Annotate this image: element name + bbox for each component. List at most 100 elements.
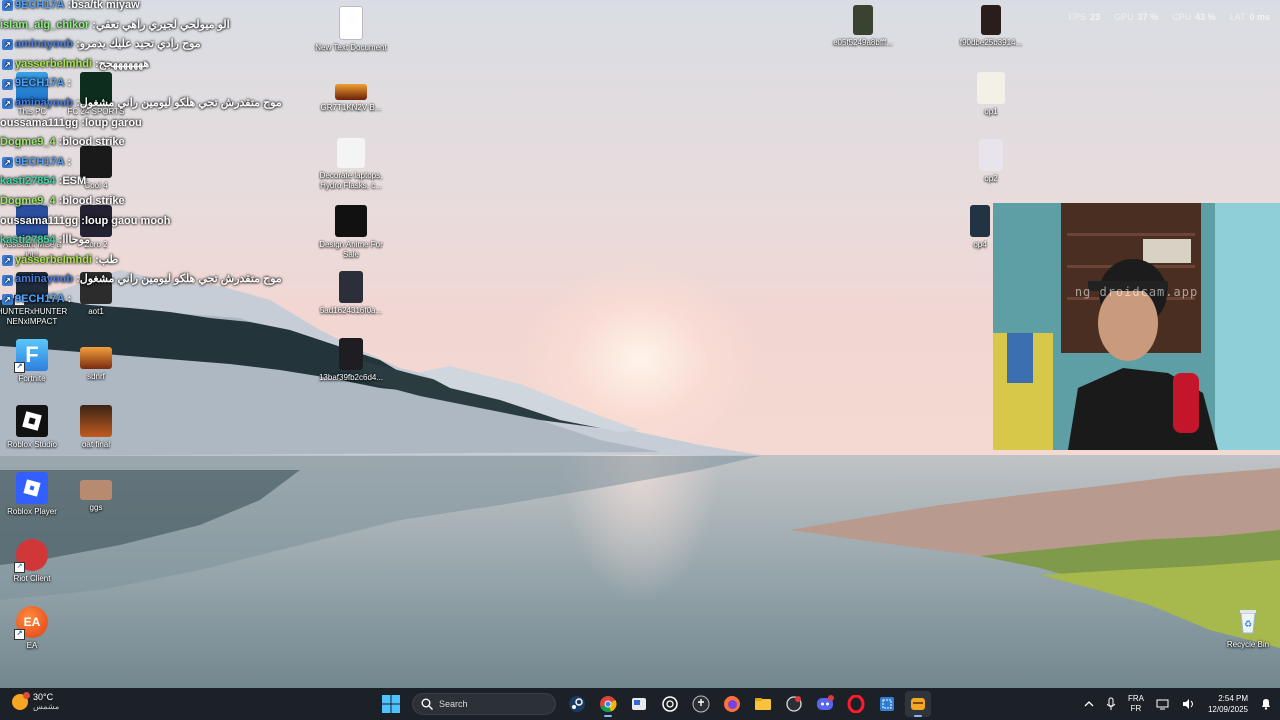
- desktop-icon-e05f5249[interactable]: e05f5249a8bfff...: [827, 5, 899, 48]
- desktop-icon-ggs[interactable]: ggs: [60, 480, 132, 513]
- taskbar-opera[interactable]: [843, 691, 869, 717]
- desktop-icon-recycle-bin[interactable]: ♻ Recycle Bin: [1212, 605, 1280, 650]
- notification-bell-icon[interactable]: [1260, 698, 1272, 710]
- chat-username: yasserbelmhdi: [15, 57, 93, 70]
- desktop-icon-sdnrf[interactable]: sdnrf: [60, 339, 132, 382]
- chat-message: ↗ aminayoub: موح متقدرش تجي هلكو ليومين ر…: [0, 270, 300, 290]
- chat-username: yasserbelmhdi: [15, 253, 93, 266]
- chat-text: موح متقدرش تجي هلكو ليومين راني مشغول: [79, 96, 282, 109]
- desktop-icon-gr7t1kn2v[interactable]: GR7T1KN2V B...: [315, 84, 387, 113]
- chevron-up-icon[interactable]: [1084, 699, 1094, 709]
- desktop-icon-decorate-laptops[interactable]: Decorate laptops, Hydro Flasks, c...: [315, 138, 387, 191]
- riot-client-icon: ↗: [14, 539, 48, 573]
- shortcut-arrow-icon: ↗: [14, 629, 25, 640]
- system-tray: FRA FR 2:54 PM 12/09/2025: [1084, 688, 1272, 720]
- taskbar-discord[interactable]: [812, 691, 838, 717]
- performance-overlay: FPS 23 GPU 37 % CPU 43 % LAT 0 ms: [1069, 12, 1270, 22]
- image-icon: [979, 139, 1003, 171]
- chat-badge-icon: ↗: [2, 255, 13, 267]
- chat-message: ↗ 9ECH17A:: [0, 290, 300, 310]
- chat-text: blood strike: [62, 136, 125, 149]
- fortnite-icon: F ↗: [14, 339, 48, 373]
- opera-icon: [847, 695, 865, 713]
- desktop-icon-design-anime[interactable]: Design Anime For Sale: [315, 205, 387, 260]
- chat-badge-icon: ↗: [2, 274, 13, 286]
- svg-text:♻: ♻: [1244, 620, 1252, 630]
- taskbar-active-app[interactable]: [905, 691, 931, 717]
- recycle-bin-icon: ♻: [1232, 605, 1264, 637]
- image-icon: [977, 72, 1005, 104]
- chat-username: kasti27854: [0, 175, 56, 188]
- image-icon: [80, 405, 112, 437]
- chat-username: kasti27854: [0, 234, 56, 247]
- microphone-icon[interactable]: [1106, 697, 1116, 711]
- start-icon: [382, 695, 400, 713]
- roblox-studio-icon: [16, 405, 48, 437]
- webcam-scene: [993, 203, 1280, 450]
- desktop-icon-roblox-player[interactable]: Roblox Player: [0, 472, 68, 517]
- discord-icon: [817, 695, 834, 710]
- desktop-icon-5ad1624[interactable]: 5ad1624316f0a...: [315, 271, 387, 316]
- chat-username: islam_alg_chikor: [0, 18, 90, 31]
- taskbar-chatgpt[interactable]: [657, 691, 683, 717]
- firefox-icon: [724, 696, 740, 712]
- chatgpt-icon: [662, 696, 678, 712]
- roblox-player-icon: [16, 472, 48, 504]
- chat-separator: :: [67, 292, 72, 305]
- chat-message: oussama111gg: loup gaou mooh: [0, 212, 300, 232]
- chat-message: ↗ 9ECH17A: bsa/tk miyaw: [0, 0, 300, 16]
- taskbar-firefox[interactable]: [719, 691, 745, 717]
- latency-readout: LAT 0 ms: [1229, 12, 1270, 22]
- chat-username: 9ECH17A: [15, 292, 65, 305]
- taskbar-task-view[interactable]: [626, 691, 652, 717]
- weather-widget[interactable]: 30°C مشمس: [12, 691, 59, 711]
- chat-username: oussama111gg: [0, 214, 79, 227]
- chat-text: ESM: [62, 175, 87, 188]
- network-icon[interactable]: [1156, 698, 1170, 710]
- image-icon: [80, 347, 112, 369]
- desktop-icon-op1[interactable]: op1: [955, 72, 1027, 117]
- image-icon: [981, 5, 1001, 35]
- image-icon: [335, 205, 367, 237]
- taskbar-brawl[interactable]: [781, 691, 807, 717]
- webcam-overlay: ng droidcam.app: [993, 203, 1280, 450]
- image-icon: [339, 271, 363, 303]
- desktop-icon-riot-client[interactable]: ↗ Riot Client: [0, 539, 68, 584]
- desktop-icon-fortnite[interactable]: F ↗ Fortnite: [0, 339, 68, 384]
- active-app-icon: [911, 698, 925, 710]
- chat-message: islam_alg_chikor: الو ميولحي لجيري راهي …: [0, 16, 300, 36]
- chat-message: ↗ aminayoub: موح رادي تجيد عليك يدمرو: [0, 35, 300, 55]
- taskbar-file-explorer[interactable]: [750, 691, 776, 717]
- chat-text: loup garou: [84, 116, 142, 129]
- taskbar-search-box[interactable]: Search: [412, 693, 556, 715]
- taskbar-steam[interactable]: [564, 691, 590, 717]
- image-icon: [853, 5, 873, 35]
- chat-badge-icon: ↗: [2, 0, 13, 12]
- volume-icon[interactable]: [1182, 698, 1196, 710]
- language-indicator[interactable]: FRA FR: [1128, 694, 1144, 714]
- chat-message: kasti27854: موحااا: [0, 231, 300, 251]
- desktop-icon-roblox-studio[interactable]: Roblox Studio: [0, 405, 68, 450]
- taskbar-apps: Search: [378, 691, 931, 717]
- desktop-icon-ea[interactable]: EA ↗ EA: [0, 606, 68, 651]
- chat-badge-icon: ↗: [2, 78, 13, 90]
- chat-username: 9ECH17A: [15, 0, 65, 11]
- taskbar-clock[interactable]: 2:54 PM 12/09/2025: [1208, 693, 1248, 715]
- desktop-icon-op2[interactable]: op2: [955, 139, 1027, 184]
- chat-text: طب: [98, 253, 119, 266]
- taskbar-chrome[interactable]: [595, 691, 621, 717]
- desktop-icon-13baf39[interactable]: 13baf39fb2c6d4...: [315, 338, 387, 383]
- weather-temperature: 30°C: [33, 692, 54, 702]
- desktop-icon-oat-final[interactable]: oat final: [60, 405, 132, 450]
- file-explorer-icon: [755, 698, 771, 710]
- chat-badge-icon: ↗: [2, 39, 13, 51]
- weather-sun-icon: [12, 691, 30, 710]
- start-button[interactable]: [378, 691, 404, 717]
- chat-message: kasti27854: ESM: [0, 172, 300, 192]
- brawl-icon: [786, 696, 802, 712]
- taskbar-snipping-tool[interactable]: [874, 691, 900, 717]
- chat-username: aminayoub: [15, 96, 74, 109]
- taskbar-app-pin[interactable]: [688, 691, 714, 717]
- desktop-icon-new-text-document[interactable]: New Text Document: [315, 6, 387, 53]
- desktop-icon-f90dbe25[interactable]: f90dbe25b3914...: [955, 5, 1027, 48]
